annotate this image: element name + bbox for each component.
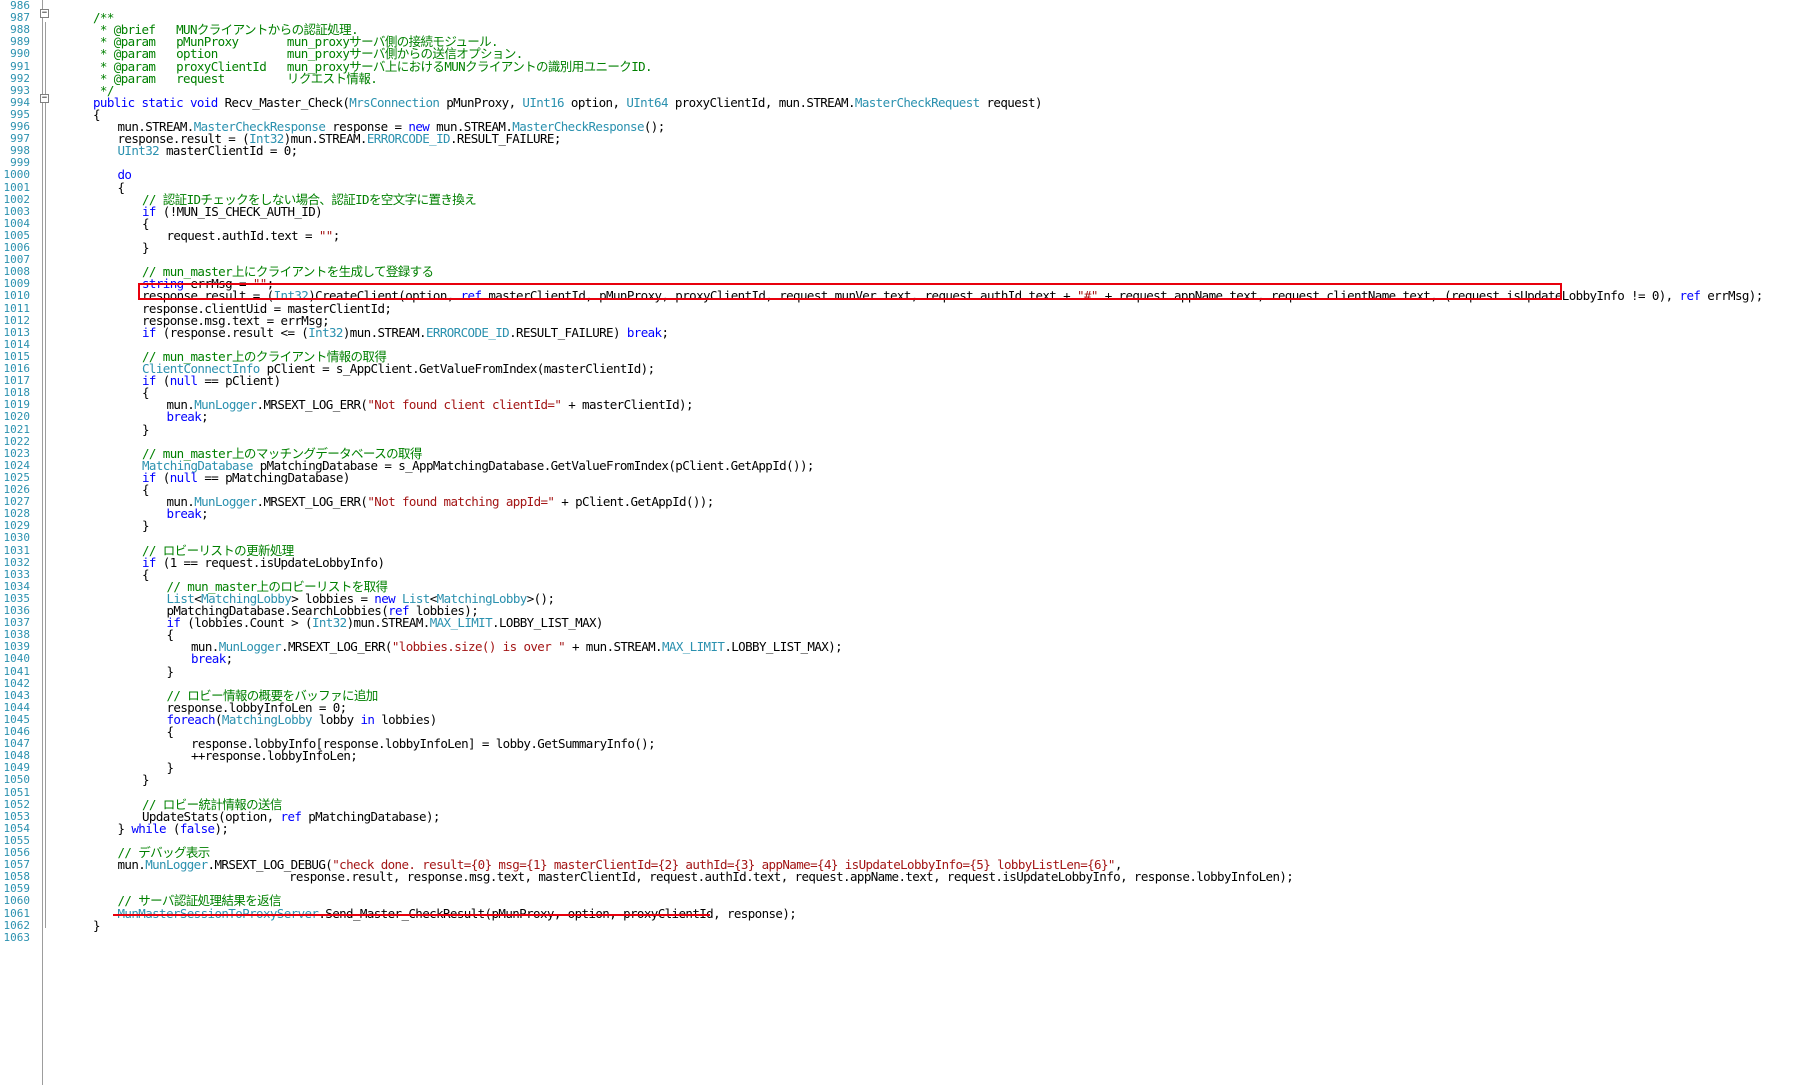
line-number: 1063 xyxy=(3,930,31,944)
code-editor[interactable]: − − 986 987/** 988 * @brief MUNクライアントからの認証… xyxy=(0,0,1812,1085)
code-line[interactable]: 1063 xyxy=(0,931,1812,945)
